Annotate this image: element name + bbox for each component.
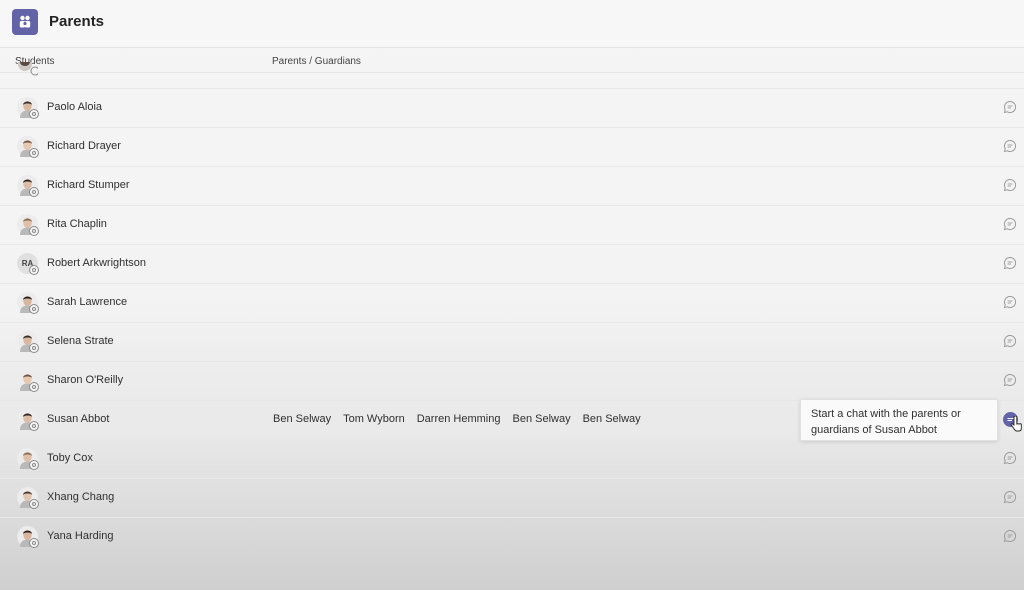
people-icon [12, 9, 38, 35]
status-icon [29, 226, 39, 236]
student-name: Robert Arkwrightson [47, 257, 147, 269]
chat-icon[interactable] [1003, 139, 1017, 153]
chat-icon[interactable] [1003, 178, 1017, 192]
student-name: Selena Strate [47, 335, 114, 347]
table-row[interactable]: Selena Strate [0, 322, 1024, 361]
chat-icon[interactable] [1003, 373, 1017, 387]
parent-name: Tom Wyborn [343, 413, 405, 425]
status-icon [29, 109, 39, 119]
student-name: Xhang Chang [47, 491, 115, 503]
table-row[interactable]: Xhang Chang [0, 478, 1024, 517]
table-row[interactable]: Sharon O'Reilly [0, 361, 1024, 400]
chat-icon[interactable] [1003, 256, 1017, 270]
chat-icon[interactable] [1003, 217, 1017, 231]
parent-name: Ben Selway [582, 413, 641, 425]
header-divider [0, 72, 1024, 73]
chat-icon[interactable] [1003, 451, 1017, 465]
table-row[interactable]: Rita Chaplin [0, 205, 1024, 244]
student-name: Yana Harding [47, 530, 114, 542]
table-row[interactable]: Toby Cox [0, 439, 1024, 478]
status-icon [29, 265, 39, 275]
student-name: Susan Abbot [47, 413, 110, 425]
chat-icon[interactable] [1003, 490, 1017, 504]
parents-column-header: Parents / Guardians [272, 56, 361, 67]
status-icon [29, 421, 39, 431]
status-icon [29, 499, 39, 509]
status-icon [29, 538, 39, 548]
chat-icon[interactable] [1003, 295, 1017, 309]
chat-icon[interactable] [1003, 100, 1017, 114]
mouse-cursor-icon [1010, 415, 1022, 432]
status-icon [29, 187, 39, 197]
student-name: Richard Stumper [47, 179, 130, 191]
status-icon [29, 460, 39, 470]
table-row[interactable]: Sarah Lawrence [0, 283, 1024, 322]
status-icon [29, 148, 39, 158]
parents-list: Ben Selway Tom Wyborn Darren Hemming Ben Se… [273, 413, 641, 425]
avatar [18, 62, 38, 76]
student-name: Sarah Lawrence [47, 296, 128, 308]
chat-icon[interactable] [1003, 334, 1017, 348]
parent-name: Ben Selway [273, 413, 332, 425]
student-name: Rita Chaplin [47, 218, 107, 230]
status-icon [29, 304, 39, 314]
app-header: Parents [0, 0, 1024, 48]
table-row[interactable]: Yana Harding [0, 517, 1024, 556]
student-list: Paolo Aloia Richard Drayer Richard Stumper… [0, 88, 1024, 556]
status-icon [29, 343, 39, 353]
student-name: Paolo Aloia [47, 101, 103, 113]
parent-name: Darren Hemming [416, 413, 501, 425]
table-row[interactable]: Paolo Aloia [0, 88, 1024, 127]
student-name: Richard Drayer [47, 140, 121, 152]
page-title: Parents [49, 13, 105, 30]
student-name: Sharon O'Reilly [47, 374, 124, 386]
chat-icon[interactable] [1003, 529, 1017, 543]
parent-name: Ben Selway [512, 413, 571, 425]
student-name: Toby Cox [47, 452, 93, 464]
status-icon [29, 382, 39, 392]
table-row[interactable]: Richard Stumper [0, 166, 1024, 205]
table-row[interactable]: Richard Drayer [0, 127, 1024, 166]
table-row[interactable]: RA Robert Arkwrightson [0, 244, 1024, 283]
chat-tooltip: Start a chat with the parents or guardia… [800, 399, 998, 441]
